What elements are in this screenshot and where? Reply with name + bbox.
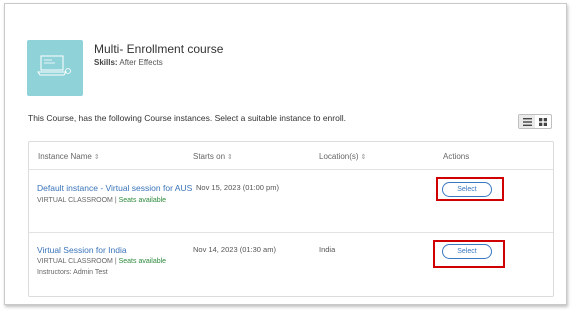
course-title: Multi- Enrollment course: [94, 42, 224, 56]
sort-icon: ⇕: [93, 154, 100, 161]
instance-start-date: Nov 15, 2023 (01:00 pm): [196, 183, 279, 192]
instance-name-link[interactable]: Virtual Session for India: [37, 245, 127, 255]
header-locations[interactable]: Location(s) ⇕: [319, 152, 366, 161]
table-header: Instance Name ⇕ Starts on ⇕ Location(s) ⇕ A…: [29, 142, 553, 170]
skills-label: Skills:: [94, 58, 118, 67]
header-starts-on-label: Starts on: [193, 152, 226, 161]
header-instance-name-label: Instance Name: [38, 152, 92, 161]
instances-intro-text: This Course, has the following Course in…: [28, 113, 346, 123]
header-instance-name[interactable]: Instance Name ⇕: [38, 152, 100, 161]
view-toggle: [518, 114, 552, 129]
seats-status: Seats available: [118, 258, 167, 265]
meta-separator: |: [114, 258, 117, 265]
select-instance-button[interactable]: Select: [442, 244, 492, 259]
seats-status: Seats available: [118, 197, 167, 204]
instance-start-date: Nov 14, 2023 (01:30 am): [193, 245, 276, 254]
header-actions: Actions: [443, 152, 470, 161]
sort-icon: ⇕: [360, 154, 367, 161]
course-skills: Skills: After Effects: [94, 58, 163, 67]
instance-meta: VIRTUAL CLASSROOM | Seats available: [37, 197, 166, 204]
instance-type: VIRTUAL CLASSROOM: [37, 197, 113, 204]
laptop-icon: [37, 55, 71, 76]
instance-name-link[interactable]: Default instance - Virtual session for A…: [37, 183, 192, 193]
instance-type: VIRTUAL CLASSROOM: [37, 258, 113, 265]
table-row: Virtual Session for India VIRTUAL CLASSR…: [29, 234, 553, 297]
header-starts-on[interactable]: Starts on ⇕: [193, 152, 233, 161]
instance-instructors: Instructors: Admin Test: [37, 269, 108, 276]
grid-view-icon: [539, 117, 547, 126]
instances-table: Instance Name ⇕ Starts on ⇕ Location(s) ⇕ A…: [28, 141, 554, 297]
table-row: Default instance - Virtual session for A…: [29, 171, 553, 233]
meta-separator: |: [114, 197, 117, 204]
skills-value: After Effects: [119, 58, 163, 67]
grid-view-button[interactable]: [535, 115, 551, 128]
course-overview-panel: Multi- Enrollment course Skills: After E…: [4, 3, 567, 305]
sort-icon: ⇕: [227, 154, 233, 161]
list-view-button[interactable]: [519, 115, 535, 128]
header-locations-label: Location(s): [319, 152, 359, 161]
instance-meta: VIRTUAL CLASSROOM | Seats available: [37, 258, 166, 265]
instance-location: India: [319, 245, 336, 254]
list-view-icon: [522, 117, 532, 126]
course-thumbnail: [27, 40, 83, 96]
select-instance-button[interactable]: Select: [442, 182, 492, 197]
